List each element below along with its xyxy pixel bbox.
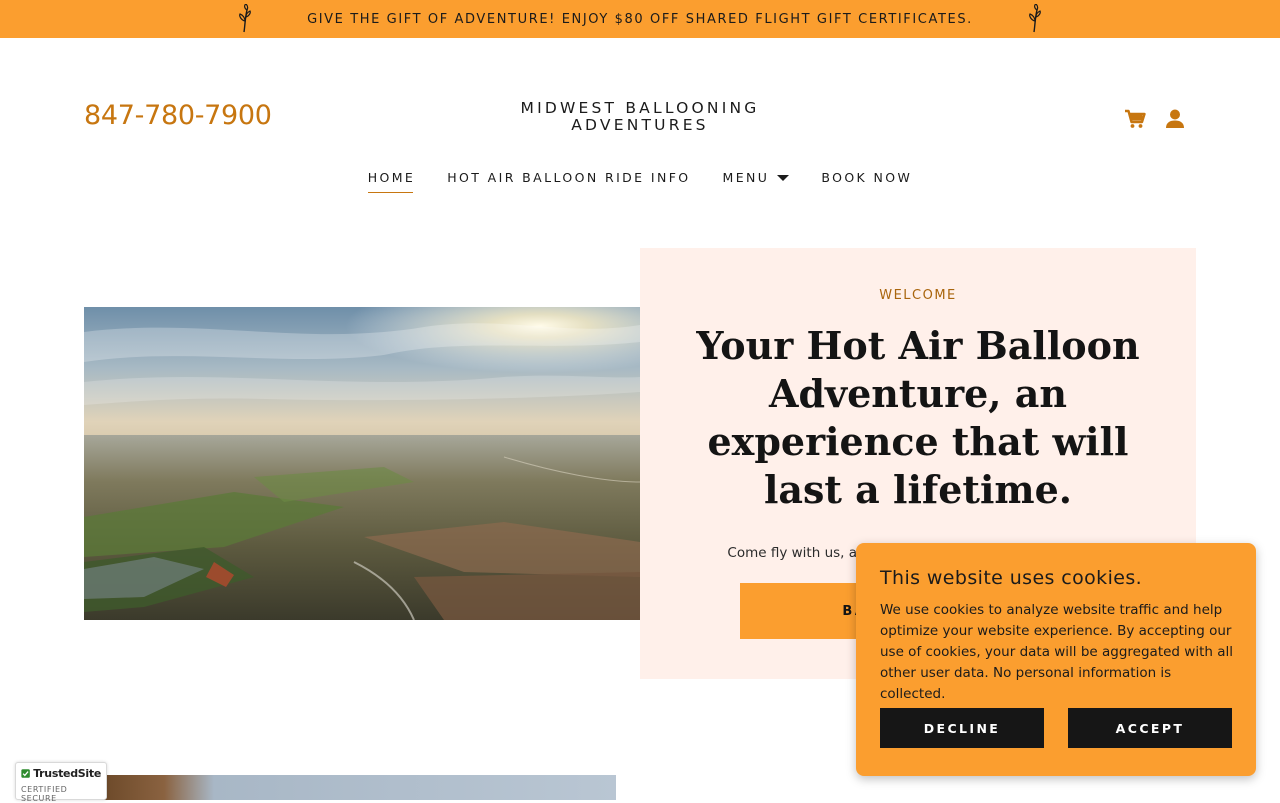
caret-down-icon <box>777 174 790 181</box>
main-nav: HOME HOT AIR BALLOON RIDE INFO MENU BOOK… <box>0 170 1280 193</box>
site-title-line-1: MIDWEST BALLOONING <box>520 99 760 117</box>
trust-badge-subtitle: CERTIFIED SECURE <box>21 785 68 803</box>
cart-icon[interactable] <box>1124 106 1146 130</box>
nav-book-now[interactable]: BOOK NOW <box>821 170 912 193</box>
sprig-icon <box>239 4 251 33</box>
nav-ride-info-label: HOT AIR BALLOON RIDE INFO <box>447 170 691 185</box>
header-actions <box>1124 106 1186 130</box>
site-title[interactable]: MIDWEST BALLOONING ADVENTURES <box>440 100 840 134</box>
account-icon[interactable] <box>1164 106 1186 130</box>
nav-menu-dropdown[interactable]: MENU <box>723 170 790 193</box>
hero-headline: Your Hot Air Balloon Adventure, an exper… <box>696 323 1140 512</box>
nav-hot-air-balloon-ride-info[interactable]: HOT AIR BALLOON RIDE INFO <box>447 170 690 193</box>
cookie-body: We use cookies to analyze website traffi… <box>880 602 1233 702</box>
nav-menu-label: MENU <box>722 170 770 185</box>
cookie-title: This website uses cookies. <box>880 567 1143 589</box>
phone-link[interactable]: 847-780-7900 <box>84 100 272 131</box>
site-title-line-2: ADVENTURES <box>571 116 709 134</box>
hero-aerial-photo <box>84 307 640 620</box>
cookie-consent-dialog: This website uses cookies. We use cookie… <box>856 543 1256 776</box>
welcome-eyebrow: WELCOME <box>879 288 957 303</box>
check-icon <box>21 769 30 778</box>
nav-book-now-label: BOOK NOW <box>821 170 913 185</box>
announcement-text: GIVE THE GIFT OF ADVENTURE! ENJOY $80 OF… <box>307 11 973 27</box>
announcement-bar: GIVE THE GIFT OF ADVENTURE! ENJOY $80 OF… <box>0 0 1280 38</box>
nav-home[interactable]: HOME <box>367 170 416 193</box>
sprig-icon <box>1029 4 1041 33</box>
nav-home-label: HOME <box>367 170 416 185</box>
accept-button[interactable]: ACCEPT <box>1068 708 1232 748</box>
decline-button[interactable]: DECLINE <box>880 708 1044 748</box>
secondary-photo <box>104 775 616 800</box>
trust-badge-top: TrustedSite <box>21 767 101 780</box>
trust-badge-name: TrustedSite <box>33 767 101 780</box>
trustedsite-badge[interactable]: TrustedSite CERTIFIED SECURE <box>15 762 107 803</box>
